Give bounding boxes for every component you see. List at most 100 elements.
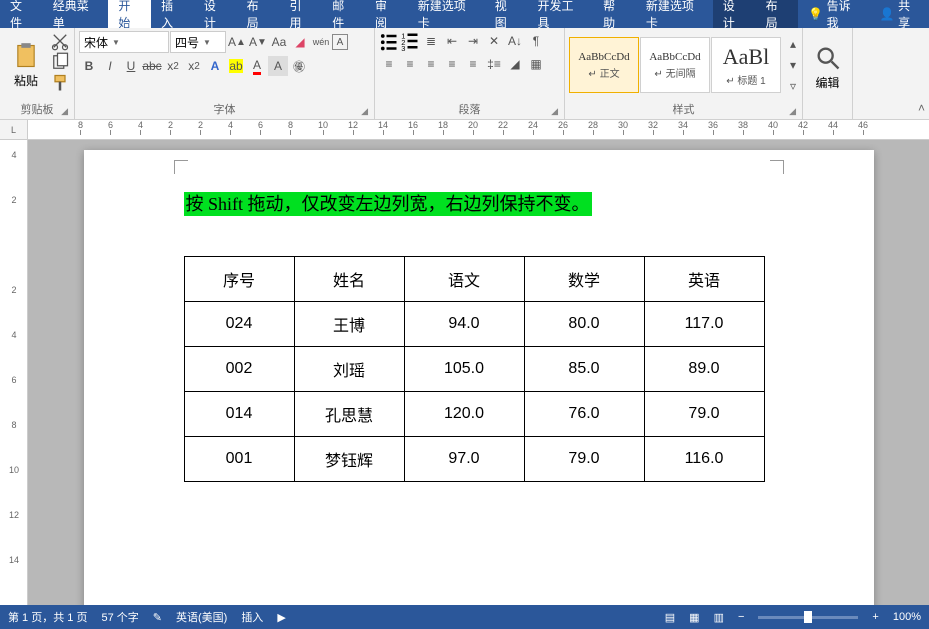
tab-table-design[interactable]: 设计 — [713, 0, 756, 28]
decrease-indent-button[interactable]: ⇤ — [442, 31, 462, 51]
table-cell[interactable]: 85.0 — [524, 347, 644, 392]
tab-审阅[interactable]: 审阅 — [365, 0, 408, 28]
zoom-level[interactable]: 100% — [893, 611, 921, 623]
table-cell[interactable]: 024 — [184, 302, 294, 347]
collapse-ribbon-button[interactable]: ˄ — [918, 101, 925, 115]
table-cell[interactable]: 001 — [184, 437, 294, 482]
table-cell[interactable]: 94.0 — [404, 302, 524, 347]
status-language[interactable]: 英语(美国) — [176, 609, 227, 625]
multilevel-list-button[interactable]: ≣ — [421, 31, 441, 51]
asian-layout-button[interactable]: ✕ — [484, 31, 504, 51]
tab-开发工具[interactable]: 开发工具 — [528, 0, 594, 28]
font-color-button[interactable]: A — [247, 56, 267, 76]
view-read-mode[interactable]: ▤ — [665, 611, 675, 624]
styles-scroll-down[interactable]: ▾ — [783, 55, 803, 75]
table-cell[interactable]: 梦钰辉 — [294, 437, 404, 482]
shading-button[interactable]: ◢ — [505, 54, 525, 74]
table-cell[interactable]: 89.0 — [644, 347, 764, 392]
tab-引用[interactable]: 引用 — [279, 0, 322, 28]
sort-button[interactable]: A↓ — [505, 31, 525, 51]
cut-button[interactable] — [50, 31, 70, 51]
underline-button[interactable]: U — [121, 56, 141, 76]
line-spacing-button[interactable]: ‡≡ — [484, 54, 504, 74]
table-cell[interactable]: 117.0 — [644, 302, 764, 347]
table-cell[interactable]: 97.0 — [404, 437, 524, 482]
table-cell[interactable]: 王博 — [294, 302, 404, 347]
table-cell[interactable]: 79.0 — [644, 392, 764, 437]
table-cell[interactable]: 002 — [184, 347, 294, 392]
zoom-out-button[interactable]: − — [738, 611, 744, 623]
table-header[interactable]: 数学 — [524, 257, 644, 302]
tab-新建选项卡[interactable]: 新建选项卡 — [636, 0, 713, 28]
clear-format-button[interactable]: ◢ — [290, 32, 310, 52]
table-row[interactable]: 014孔思慧120.076.079.0 — [184, 392, 764, 437]
tab-新建选项卡[interactable]: 新建选项卡 — [408, 0, 485, 28]
view-print-layout[interactable]: ▦ — [689, 611, 699, 624]
align-right-button[interactable]: ≡ — [421, 54, 441, 74]
table-cell[interactable]: 79.0 — [524, 437, 644, 482]
table-cell[interactable]: 014 — [184, 392, 294, 437]
text-effects-button[interactable]: A — [205, 56, 225, 76]
change-case-button[interactable]: Aa — [269, 32, 289, 52]
phonetic-guide-button[interactable]: wén — [311, 32, 331, 52]
dialog-launcher-icon[interactable]: ◢ — [551, 106, 558, 117]
char-shading-button[interactable]: A — [268, 56, 288, 76]
superscript-button[interactable]: x2 — [184, 56, 204, 76]
format-painter-button[interactable] — [50, 73, 70, 93]
document-table[interactable]: 序号姓名语文数学英语024王博94.080.0117.0002刘瑶105.085… — [184, 256, 765, 482]
tab-视图[interactable]: 视图 — [485, 0, 528, 28]
table-row[interactable]: 002刘瑶105.085.089.0 — [184, 347, 764, 392]
bullets-button[interactable] — [379, 31, 399, 51]
dialog-launcher-icon[interactable]: ◢ — [789, 106, 796, 117]
style-正文[interactable]: AaBbCcDd↵ 正文 — [569, 37, 639, 93]
dialog-launcher-icon[interactable]: ◢ — [361, 106, 368, 117]
italic-button[interactable]: I — [100, 56, 120, 76]
tab-文件[interactable]: 文件 — [0, 0, 43, 28]
styles-more[interactable]: ▿ — [783, 76, 803, 96]
zoom-slider[interactable] — [758, 616, 858, 619]
view-web-layout[interactable]: ▥ — [714, 611, 724, 624]
table-cell[interactable]: 孔思慧 — [294, 392, 404, 437]
table-cell[interactable]: 116.0 — [644, 437, 764, 482]
page-area[interactable]: 按 Shift 拖动，仅改变左边列宽，右边列保持不变。 序号姓名语文数学英语02… — [28, 140, 929, 605]
show-marks-button[interactable]: ¶ — [526, 31, 546, 51]
ruler-horizontal[interactable]: L 86422468101214161820222426283032343638… — [0, 120, 929, 140]
tab-经典菜单[interactable]: 经典菜单 — [43, 0, 109, 28]
table-header[interactable]: 英语 — [644, 257, 764, 302]
align-left-button[interactable]: ≡ — [379, 54, 399, 74]
ruler-vertical[interactable]: 422468101214 — [0, 140, 28, 605]
enclose-char-button[interactable]: ㊝ — [289, 56, 309, 76]
grow-font-button[interactable]: A▲ — [227, 32, 247, 52]
status-page[interactable]: 第 1 页，共 1 页 — [8, 609, 87, 625]
tab-邮件[interactable]: 邮件 — [322, 0, 365, 28]
tab-帮助[interactable]: 帮助 — [593, 0, 636, 28]
zoom-in-button[interactable]: + — [872, 611, 878, 623]
table-row[interactable]: 024王博94.080.0117.0 — [184, 302, 764, 347]
zoom-thumb[interactable] — [804, 611, 812, 623]
char-border-button[interactable]: A — [332, 34, 348, 50]
table-header[interactable]: 姓名 — [294, 257, 404, 302]
paste-button[interactable]: 粘贴 — [4, 31, 48, 99]
status-macro[interactable]: ▶ — [277, 611, 285, 624]
table-cell[interactable]: 120.0 — [404, 392, 524, 437]
bold-button[interactable]: B — [79, 56, 99, 76]
font-size-select[interactable]: 四号▼ — [170, 31, 226, 53]
highlight-button[interactable]: ab — [226, 56, 246, 76]
table-cell[interactable]: 80.0 — [524, 302, 644, 347]
share-button[interactable]: 👤 共享 — [870, 0, 929, 28]
numbering-button[interactable]: 123 — [400, 31, 420, 51]
table-cell[interactable]: 76.0 — [524, 392, 644, 437]
tab-插入[interactable]: 插入 — [151, 0, 194, 28]
increase-indent-button[interactable]: ⇥ — [463, 31, 483, 51]
dialog-launcher-icon[interactable]: ◢ — [61, 106, 68, 117]
status-insert-mode[interactable]: 插入 — [241, 609, 263, 625]
shrink-font-button[interactable]: A▼ — [248, 32, 268, 52]
strikethrough-button[interactable]: abc — [142, 56, 162, 76]
align-center-button[interactable]: ≡ — [400, 54, 420, 74]
borders-button[interactable]: ▦ — [526, 54, 546, 74]
tell-me[interactable]: 💡 告诉我 — [798, 0, 870, 28]
find-button[interactable]: 编辑 — [807, 31, 848, 103]
subscript-button[interactable]: x2 — [163, 56, 183, 76]
table-cell[interactable]: 刘瑶 — [294, 347, 404, 392]
font-family-select[interactable]: 宋体▼ — [79, 31, 169, 53]
